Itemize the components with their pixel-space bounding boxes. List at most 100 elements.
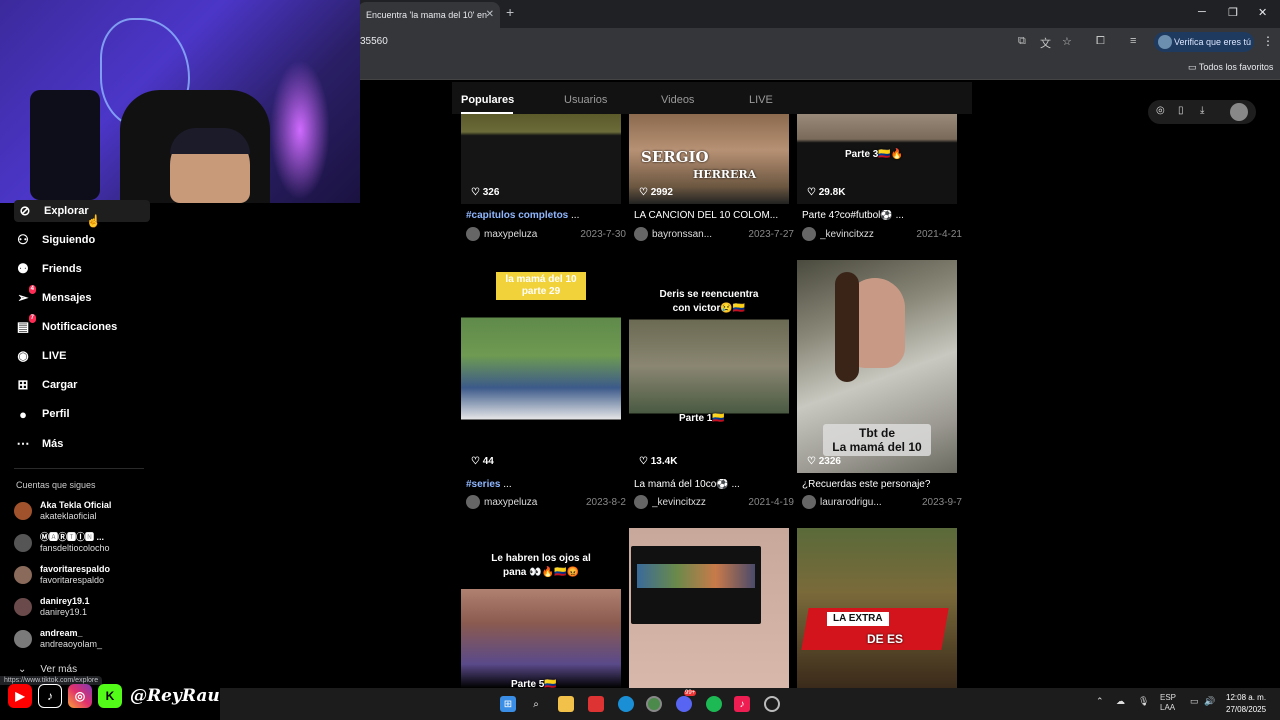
sidebar-item-notificaciones[interactable]: ▤ 7 Notificaciones [14, 314, 117, 338]
author-name: _kevincitxzz [820, 228, 874, 240]
sidebar-item-label: Mensajes [42, 292, 92, 304]
sidebar-item-label: Cargar [42, 379, 78, 391]
tiktok-app-icon[interactable]: ♪ [734, 696, 750, 712]
url-text[interactable]: 35560 [360, 36, 388, 47]
maximize-icon[interactable]: ❐ [1228, 6, 1238, 19]
window-close-icon[interactable]: ✕ [1258, 6, 1267, 19]
network-icon[interactable]: ▭ [1190, 696, 1199, 707]
chevron-down-icon: ⌄ [18, 664, 27, 675]
upload-icon: ⊞ [17, 377, 29, 392]
tiktok-icon: ♪ [38, 684, 62, 708]
volume-icon[interactable]: 🔊 [1204, 696, 1215, 707]
sidebar-item-cargar[interactable]: ⊞ Cargar [14, 374, 78, 396]
tab-usuarios[interactable]: Usuarios [564, 94, 607, 106]
input-language[interactable]: ESP LAA [1160, 693, 1176, 713]
user-avatar[interactable] [1230, 103, 1248, 121]
video-card[interactable]: Le habren los ojos al pana 👀🔥🇨🇴😡 Parte 5🇨… [461, 528, 621, 688]
video-card[interactable]: SERGIO HERRERA ♡ 2992 [629, 114, 789, 204]
video-caption[interactable]: LA CANCIÓN DEL 10 COLOM... [634, 210, 784, 221]
followed-account[interactable]: Ⓜ🅰Ⓡ🆃Ⓘ🅽 ... fansdeltiocolocho [14, 532, 110, 554]
microphone-icon[interactable]: 🎙 [1138, 696, 1149, 707]
followed-account[interactable]: favoritarespaldo favoritarespaldo [14, 564, 110, 586]
video-card[interactable] [629, 528, 789, 688]
account-handle: akateklaoficial [40, 511, 97, 521]
video-author-row[interactable]: bayronssan... 2023-7-27 [634, 227, 794, 241]
video-author-row[interactable]: _kevincitxzz 2021-4-21 [802, 227, 962, 241]
minimize-icon[interactable]: ─ [1198, 6, 1206, 18]
inbox-icon: ▤ 7 [16, 314, 36, 334]
browser-tab[interactable]: Encuentra 'la mama del 10' en ✕ [358, 2, 500, 28]
close-tab-icon[interactable]: ✕ [486, 2, 494, 28]
video-author-row[interactable]: maxypeluza 2023-8-2 [466, 495, 626, 509]
video-card[interactable]: ♡ 326 [461, 114, 621, 204]
followed-account[interactable]: danirey19.1 danirey19.1 [14, 596, 90, 618]
video-caption[interactable]: ¿Recuerdas este personaje? [802, 479, 952, 490]
video-caption[interactable]: Parte 4?co#futbol⚽ ... [802, 210, 952, 221]
notification-badge: 4 [28, 285, 36, 294]
video-author-row[interactable]: laurarodrigu... 2023-9-7 [802, 495, 962, 509]
clock[interactable]: 12:08 a. m. 27/08/2025 [1226, 692, 1266, 716]
video-caption[interactable]: #series ... [466, 479, 616, 490]
likes-count: ♡ 326 [471, 187, 500, 198]
followed-account[interactable]: andream_ andreaoyolam_ [14, 628, 102, 650]
sidebar-item-explorar[interactable]: ⊘ Explorar [14, 200, 150, 222]
chrome-icon[interactable] [646, 696, 662, 712]
spotify-icon[interactable] [706, 696, 722, 712]
tab-videos[interactable]: Videos [661, 94, 694, 106]
avatar [14, 630, 32, 648]
author-avatar [466, 227, 480, 241]
coin-icon[interactable]: ◎ [1156, 105, 1165, 116]
video-caption[interactable]: La mamá del 10co⚽ ... [634, 479, 784, 490]
sidebar-item-label: Friends [42, 263, 82, 275]
video-author-row[interactable]: maxypeluza 2023-7-30 [466, 227, 626, 241]
video-card[interactable]: Deris se reencuentra con victor😢🇨🇴 Parte … [629, 260, 789, 473]
video-caption[interactable]: #capitulos completos ... [466, 210, 616, 221]
onedrive-icon[interactable]: ☁ [1116, 696, 1125, 707]
taskbar: ⊞ ⌕ 99+ ♪ ⌃ ☁ 🎙 ESP LAA ▭ 🔊 12:08 a. m. 27… [220, 688, 1280, 720]
sidebar-item-perfil[interactable]: ● Perfil [14, 403, 69, 425]
author-avatar [634, 227, 648, 241]
video-card[interactable]: Parte 3🇨🇴🔥 ♡ 29.8K [797, 114, 957, 204]
account-handle: favoritarespaldo [40, 575, 105, 585]
sidebar-item-label: Explorar [44, 205, 89, 217]
video-overlay-text: DE ES [867, 632, 904, 646]
sidebar-item-label: LIVE [42, 350, 67, 362]
obs-icon[interactable] [764, 696, 780, 712]
author-avatar [466, 495, 480, 509]
download-icon[interactable]: ⤓ [1200, 105, 1204, 116]
reading-list-icon[interactable]: ≡ [1130, 35, 1136, 47]
new-tab-button[interactable]: + [506, 4, 514, 20]
sidebar-item-siguiendo[interactable]: ⚇ Siguiendo [14, 229, 95, 251]
file-explorer-icon[interactable] [558, 696, 574, 712]
tray-chevron-icon[interactable]: ⌃ [1096, 696, 1104, 707]
device-icon[interactable]: ▯ [1178, 105, 1184, 116]
video-card[interactable]: Tbt de La mamá del 10 ♡ 2326 [797, 260, 957, 473]
sidebar-item-mensajes[interactable]: ➢ 4 Mensajes [14, 285, 92, 309]
video-author-row[interactable]: _kevincitxzz 2021-4-19 [634, 495, 794, 509]
see-more-button[interactable]: ⌄ Ver más [18, 664, 77, 675]
sidebar-item-más[interactable]: ⋯ Más [14, 433, 64, 455]
search-icon[interactable]: ⌕ [528, 696, 544, 712]
all-bookmarks-folder[interactable]: ▭ Todos los favoritos [1188, 62, 1273, 73]
account-text: danirey19.1 danirey19.1 [40, 596, 90, 618]
verify-profile-button[interactable]: Verifica que eres tú [1154, 32, 1254, 52]
extensions-icon[interactable]: ⧠ [1096, 35, 1105, 48]
tab-populares[interactable]: Populares [461, 94, 514, 106]
sidebar-item-live[interactable]: ◉ LIVE [14, 345, 66, 367]
kebab-menu-icon[interactable]: ⋮ [1262, 34, 1274, 48]
video-card[interactable]: LA EXTRA DE ES [797, 528, 957, 688]
youtube-icon: ▶ [8, 684, 32, 708]
translate-icon[interactable]: 文 [1040, 35, 1051, 51]
discord-icon[interactable]: 99+ [676, 690, 697, 712]
profile-avatar [1158, 35, 1172, 49]
windows-start-icon[interactable]: ⊞ [500, 696, 516, 712]
sidebar-item-friends[interactable]: ⚉ Friends [14, 258, 82, 280]
app-icon[interactable] [588, 696, 604, 712]
edge-icon[interactable] [618, 696, 634, 712]
cast-icon[interactable]: ⧉ [1018, 35, 1026, 48]
webcam-overlay [0, 0, 360, 203]
video-card[interactable]: la mamá del 10 parte 29 ♡ 44 [461, 260, 621, 473]
followed-account[interactable]: Aka Tekla Oficial akateklaoficial [14, 500, 111, 522]
tab-live[interactable]: LIVE [749, 94, 773, 106]
star-icon[interactable]: ☆ [1062, 35, 1072, 48]
